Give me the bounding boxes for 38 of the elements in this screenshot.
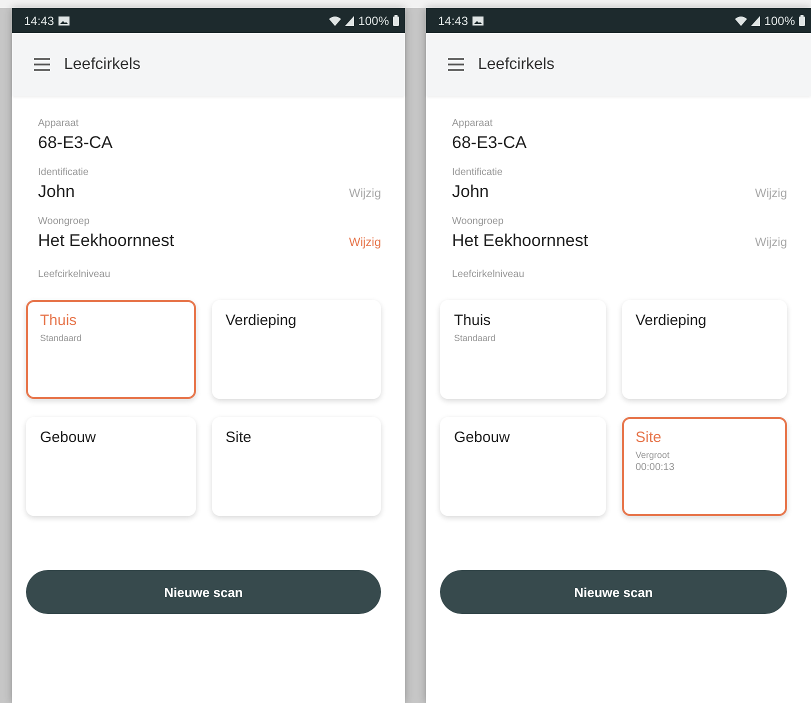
field-label: Apparaat: [38, 118, 80, 129]
image-icon: [472, 16, 484, 26]
section-label: Leefcirkelniveau: [38, 269, 112, 280]
menu-icon[interactable]: [448, 58, 464, 71]
wifi-icon: [329, 16, 342, 26]
level-card[interactable]: Gebouw: [26, 417, 196, 516]
level-card[interactable]: Verdieping: [212, 300, 381, 399]
status-time: 14:43: [24, 14, 54, 28]
app-title: Leefcirkels: [64, 56, 140, 74]
field-value: 68-E3-CA: [452, 133, 527, 153]
wifi-icon: [735, 16, 748, 26]
level-card[interactable]: Site: [212, 417, 381, 516]
field-label: Woongroep: [452, 216, 505, 227]
battery-percent: 100%: [358, 14, 389, 28]
signal-icon: [345, 16, 354, 26]
field-label: Identificatie: [38, 167, 90, 178]
field-label: Apparaat: [452, 118, 494, 129]
battery-percent: 100%: [764, 14, 795, 28]
field-label: Woongroep: [38, 216, 91, 227]
level-card[interactable]: Verdieping: [622, 300, 787, 399]
field-value: Het Eekhoornnest: [38, 231, 174, 251]
field-value: 68-E3-CA: [38, 133, 113, 153]
app-title: Leefcirkels: [478, 56, 554, 74]
image-icon: [58, 16, 70, 26]
battery-icon: [393, 15, 399, 26]
field-label: Identificatie: [452, 167, 504, 178]
new-scan-button[interactable]: Nieuwe scan: [440, 570, 787, 614]
new-scan-button[interactable]: Nieuwe scan: [26, 570, 381, 614]
section-label: Leefcirkelniveau: [452, 269, 526, 280]
field-value: John: [452, 182, 489, 202]
menu-icon[interactable]: [34, 58, 50, 71]
level-card[interactable]: Gebouw: [440, 417, 606, 516]
status-time: 14:43: [438, 14, 468, 28]
field-value: John: [38, 182, 75, 202]
field-value: Het Eekhoornnest: [452, 231, 588, 251]
level-card[interactable]: Thuis Standaard: [440, 300, 606, 399]
battery-icon: [799, 15, 805, 26]
signal-icon: [751, 16, 760, 26]
